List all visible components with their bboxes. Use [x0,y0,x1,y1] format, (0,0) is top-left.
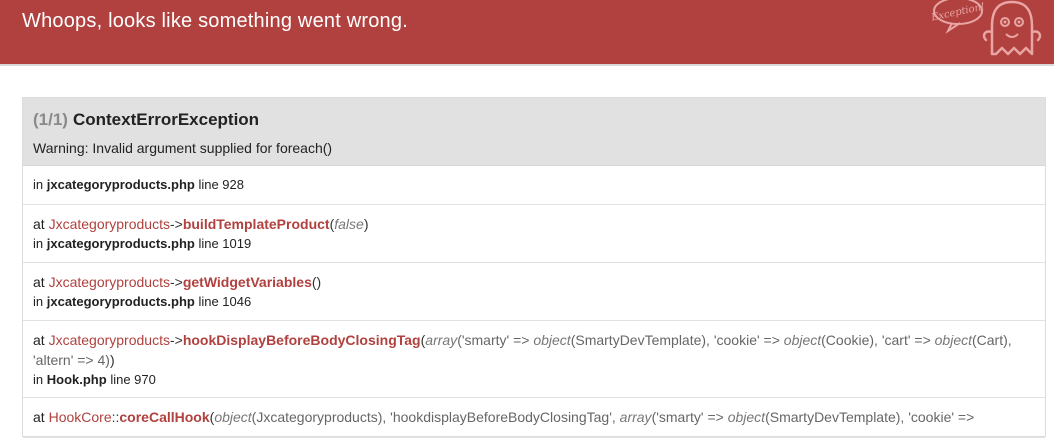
trace-location: in jxcategoryproducts.php line 1046 [33,292,1035,312]
trace-location: in jxcategoryproducts.php line 928 [33,175,1035,195]
trace-operator: -> [169,216,183,232]
page-title: Whoops, looks like something went wrong. [22,10,408,32]
trace-method[interactable]: hookDisplayBeforeBodyClosingTag [183,332,421,348]
arg-text: (Cookie), 'cart' => [821,332,935,348]
trace-operator: -> [169,332,183,348]
svg-text:Exception!: Exception! [930,1,986,23]
trace-method[interactable]: getWidgetVariables [183,274,312,290]
trace-file: jxcategoryproducts.php [46,294,195,309]
at-label: at [33,274,45,290]
exception-count: (1/1) [33,110,68,129]
at-label: at [33,332,45,348]
trace-class[interactable]: HookCore [49,409,112,425]
trace-line: line 928 [198,177,244,192]
trace-location: in jxcategoryproducts.php line 1019 [33,234,1035,254]
trace-row: in jxcategoryproducts.php line 928 [23,166,1045,205]
arg-text: ('smarty' => [457,332,534,348]
trace-row: at Jxcategoryproducts->hookDisplayBefore… [23,321,1045,398]
arg-type: object [533,332,571,348]
error-header: Whoops, looks like something went wrong.… [0,0,1054,66]
in-label: in [33,294,44,309]
trace-file: jxcategoryproducts.php [46,177,195,192]
close-paren: ) [363,216,369,232]
exception-panel: (1/1) ContextErrorException Warning: Inva… [22,97,1046,438]
trace-row: at Jxcategoryproducts->getWidgetVariable… [23,263,1045,321]
trace-location: in Hook.php line 970 [33,370,1035,390]
trace-call: at HookCore::coreCallHook(object(Jxcateg… [33,407,1035,427]
trace-call: at Jxcategoryproducts->hookDisplayBefore… [33,330,1035,370]
exception-name: ContextErrorException [72,110,260,129]
trace-class[interactable]: Jxcategoryproducts [49,216,170,232]
arg-type: object [783,332,822,348]
at-label: at [33,216,45,232]
trace-row: at HookCore::coreCallHook(object(Jxcateg… [23,398,1045,438]
arg-type: array [425,332,458,348]
at-label: at [33,409,45,425]
trace-operator: -> [169,274,183,290]
arg-type: object [214,409,252,425]
trace-file: Hook.php [46,372,107,387]
trace-line: line 970 [110,372,156,387]
close-paren: ) [316,274,322,290]
close-paren: ) [109,352,115,368]
trace-row: at Jxcategoryproducts->buildTemplateProd… [23,205,1045,263]
trace-class[interactable]: Jxcategoryproducts [49,274,170,290]
in-label: in [33,372,44,387]
trace-line: line 1046 [198,294,252,309]
trace-call: at Jxcategoryproducts->getWidgetVariable… [33,272,1035,292]
trace-call: at Jxcategoryproducts->buildTemplateProd… [33,214,1035,234]
in-label: in [33,236,44,251]
arg-text: (SmartyDevTemplate), 'cookie' => [765,409,975,425]
exception-ghost-logo-icon: Exception! [930,0,1042,56]
arg-text: (SmartyDevTemplate), 'cookie' => [570,332,784,348]
in-label: in [33,177,44,192]
exception-message: Warning: Invalid argument supplied for f… [33,140,333,156]
trace-file: jxcategoryproducts.php [46,236,195,251]
arg-text: (Jxcategoryproducts), 'hookdisplayBefore… [251,409,620,425]
arg-type: object [934,332,972,348]
trace-class[interactable]: Jxcategoryproducts [49,332,170,348]
arg-text: ('smarty' => [651,409,728,425]
trace-method[interactable]: buildTemplateProduct [183,216,330,232]
arg-type: array [619,409,652,425]
exception-title: (1/1) ContextErrorException [33,109,1035,131]
trace-args: false [334,216,364,232]
trace-method[interactable]: coreCallHook [119,409,209,425]
trace-line: line 1019 [198,236,252,251]
arg-type: object [727,409,766,425]
exception-header: (1/1) ContextErrorException Warning: Inva… [23,98,1045,166]
